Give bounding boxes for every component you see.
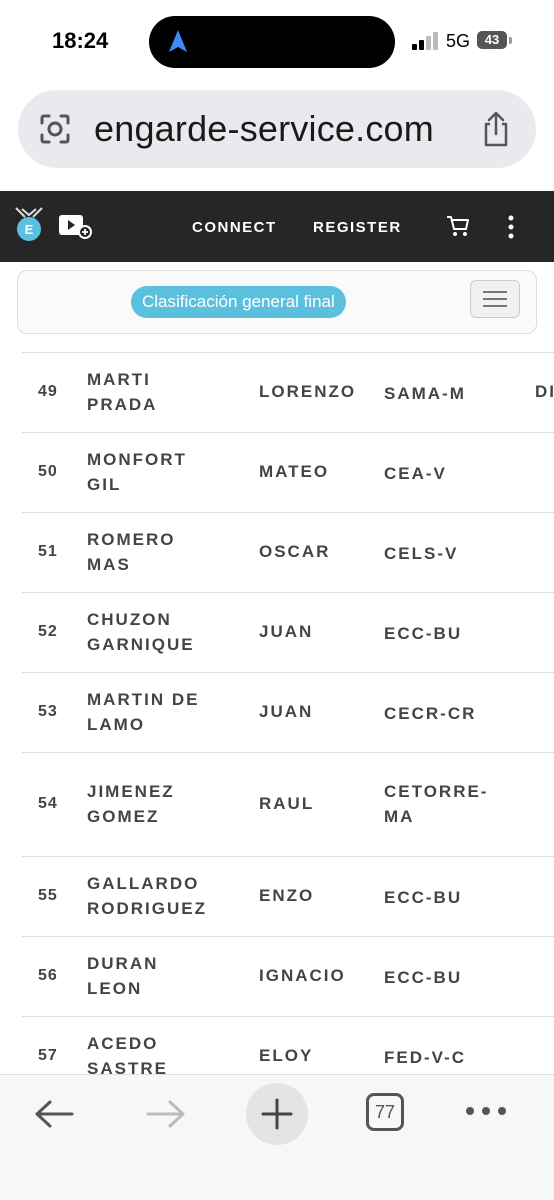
battery-tip [509,37,512,44]
first-name-cell: RAUL [259,793,315,813]
nav-register-link[interactable]: REGISTER [313,219,402,236]
tab-count-button[interactable]: 77 [366,1093,404,1131]
rank-cell: 50 [38,462,58,480]
browser-toolbar: 77 [0,1074,554,1200]
club-cell: ECC-BU [384,967,463,987]
address-bar[interactable]: engarde-service.com [18,90,536,168]
hamburger-icon[interactable] [470,280,520,318]
share-icon[interactable] [480,110,512,148]
site-nav: E CONNECT REGISTER [0,191,554,262]
club-cell: CEA-V [384,463,447,483]
last-name-cell: CHUZON GARNIQUE [87,609,195,654]
dynamic-island [149,16,395,68]
club-cell: ECC-BU [384,887,463,907]
kebab-menu-icon[interactable] [507,215,515,239]
table-row[interactable]: 53 MARTIN DE LAMO JUAN CECR-CR [22,673,554,753]
results-table: 49 MARTI PRADA LORENZO SAMA-M DI 50 MONFORT GI… [22,352,554,1097]
last-name-cell: DURAN LEON [87,953,159,998]
rank-cell: 53 [38,702,58,720]
rank-cell: 49 [38,382,58,400]
table-row[interactable]: 55 GALLARDO RODRIGUEZ ENZO ECC-BU [22,857,554,937]
signal-icon [412,32,438,50]
new-tab-button[interactable] [246,1083,308,1145]
rank-cell: 57 [38,1046,58,1064]
first-name-cell: ENZO [259,885,315,905]
more-icon[interactable] [464,1105,508,1117]
first-name-cell: JUAN [259,701,314,721]
classification-badge[interactable]: Clasificación general final [131,286,346,318]
table-row[interactable]: 49 MARTI PRADA LORENZO SAMA-M DI [22,353,554,433]
club-cell: ECC-BU [384,623,463,643]
navigation-arrow-icon [169,30,187,52]
first-name-cell: LORENZO [259,381,357,401]
url-text[interactable]: engarde-service.com [94,108,434,150]
network-type: 5G [446,31,471,51]
rank-cell: 52 [38,622,58,640]
first-name-cell: OSCAR [259,541,331,561]
lens-icon[interactable] [38,112,72,146]
nav-connect-link[interactable]: CONNECT [192,219,277,236]
rank-cell: 56 [38,966,58,984]
first-name-cell: MATEO [259,461,330,481]
club-cell: FED-V-C [384,1047,466,1067]
last-name-cell: MONFORT GIL [87,449,187,494]
first-name-cell: ELOY [259,1045,314,1065]
club-cell: CELS-V [384,543,459,563]
status-bar: 18:24 5G 43 [0,0,554,80]
table-row[interactable]: 56 DURAN LEON IGNACIO ECC-BU [22,937,554,1017]
rank-cell: 51 [38,542,58,560]
club-cell: SAMA-M [384,383,466,403]
subheader-card: Clasificación general final [17,270,537,334]
cart-icon[interactable] [446,215,470,237]
last-name-cell: ACEDO SASTRE [87,1033,168,1078]
status-time: 18:24 [52,28,109,53]
club-cell: CETORRE- MA [384,781,489,826]
last-name-cell: MARTIN DE LAMO [87,689,200,734]
last-name-cell: GALLARDO RODRIGUEZ [87,873,207,918]
first-name-cell: IGNACIO [259,965,346,985]
back-icon[interactable] [32,1099,76,1129]
last-name-cell: ROMERO MAS [87,529,176,574]
last-name-cell: MARTI PRADA [87,369,158,414]
table-row[interactable]: 52 CHUZON GARNIQUE JUAN ECC-BU [22,593,554,673]
club-cell: CECR-CR [384,703,477,723]
battery-indicator: 43 [477,31,507,49]
extra-cell: DI [535,381,554,401]
logo-icon[interactable]: E [13,205,45,247]
rank-cell: 54 [38,794,58,812]
last-name-cell: JIMENEZ GOMEZ [87,781,175,826]
video-add-icon[interactable] [58,213,92,239]
table-row[interactable]: 54 JIMENEZ GOMEZ RAUL CETORRE- MA [22,753,554,857]
first-name-cell: JUAN [259,621,314,641]
table-row[interactable]: 51 ROMERO MAS OSCAR CELS-V [22,513,554,593]
plus-icon [261,1098,293,1130]
svg-text:E: E [25,222,34,237]
table-row[interactable]: 50 MONFORT GIL MATEO CEA-V [22,433,554,513]
forward-icon[interactable] [144,1099,188,1129]
rank-cell: 55 [38,886,58,904]
